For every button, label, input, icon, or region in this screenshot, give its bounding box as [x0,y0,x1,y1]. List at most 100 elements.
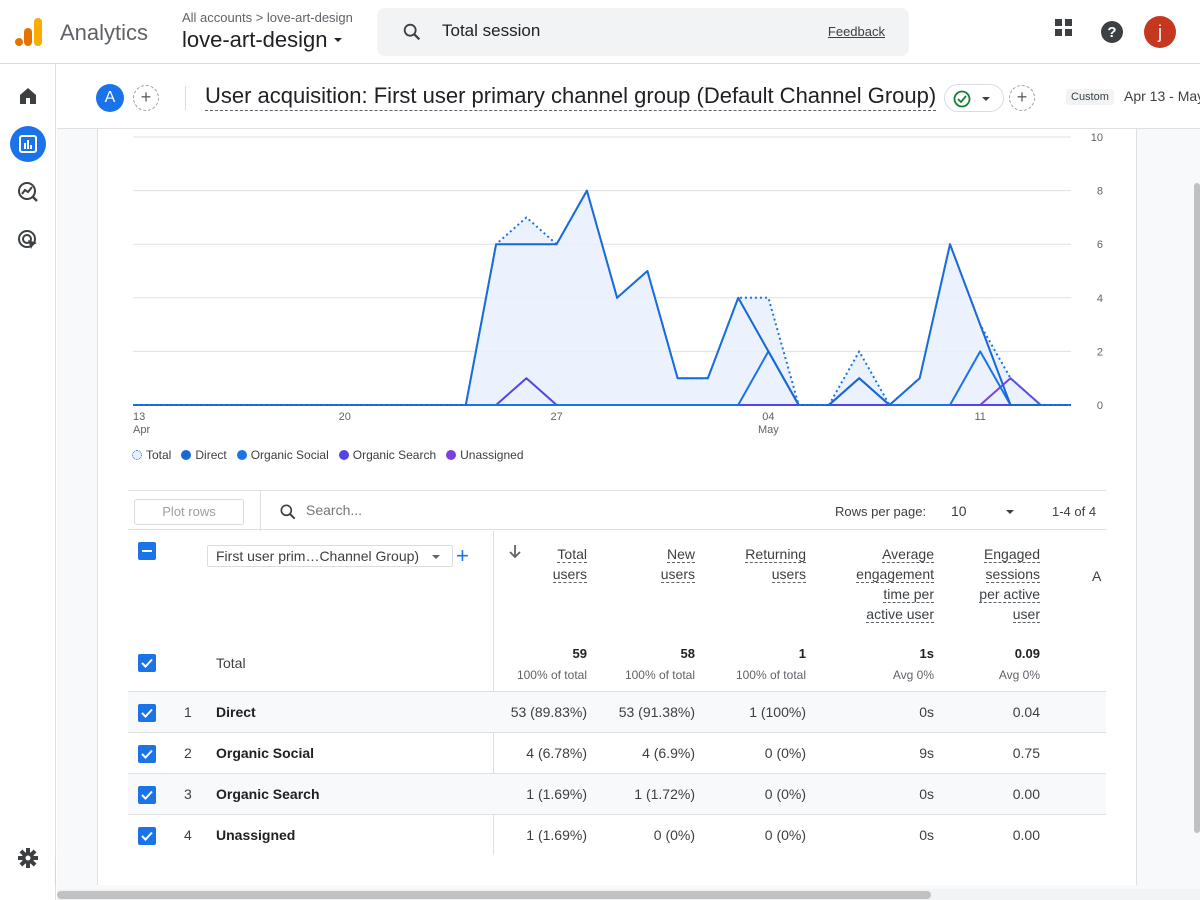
check-icon [141,790,153,800]
pagination-status: 1-4 of 4 [1052,504,1097,519]
caret-down-icon [1006,510,1014,514]
add-filter-button[interactable]: + [1009,85,1035,111]
row-value: 0.00 [1012,786,1040,802]
column-header-new-users[interactable]: New users [615,544,695,584]
legend-item-direct[interactable]: Direct [181,448,227,462]
row-value: 0s [919,786,934,802]
y-tick-label: 6 [1097,239,1103,251]
legend-swatch [338,450,349,460]
total-subtext: 100% of total [624,668,695,682]
legend-item-organic-search[interactable]: Organic Search [338,448,437,462]
total-row-checkbox[interactable] [138,654,156,672]
help-icon[interactable]: ? [1100,20,1124,44]
horizontal-scrollbar[interactable] [57,889,1200,900]
nav-reports[interactable] [10,126,46,162]
comparison-badge[interactable]: A [96,84,124,112]
date-range-picker[interactable]: Apr 13 - May [1124,88,1200,104]
row-dimension-value: Organic Search [216,786,320,802]
nav-advertising[interactable] [10,222,46,258]
check-icon [141,708,153,718]
nav-admin[interactable] [10,840,46,876]
legend-item-organic-social[interactable]: Organic Social [236,448,329,462]
vertical-scrollbar-thumb[interactable] [1194,183,1200,833]
row-value: 1 (1.69%) [526,786,587,802]
horizontal-scrollbar-thumb[interactable] [57,891,931,899]
x-tick-label: 20 [339,411,351,423]
x-tick-label: 13 [133,411,145,423]
row-number: 2 [184,745,192,761]
row-value: 4 (6.9%) [642,745,695,761]
search-input[interactable]: Total session [442,21,540,41]
row-value: 0 (0%) [653,827,695,843]
nav-explore[interactable] [10,174,46,210]
row-number: 4 [184,827,192,843]
report-status-button[interactable] [944,84,1004,112]
table-row[interactable]: 1 Direct 53 (89.83%) 53 (91.38%) 1 (100%… [128,691,1106,732]
x-tick-label: 04 [762,411,774,423]
row-checkbox[interactable] [138,827,156,845]
left-nav [0,64,56,900]
column-header-avg-engagement-time[interactable]: Average engagement time per active user [834,544,934,624]
add-comparison-button[interactable]: + [133,85,159,111]
legend-swatch [446,450,457,460]
avatar[interactable]: j [1144,16,1176,48]
analytics-logo-icon[interactable] [14,16,44,48]
column-header-line: Average [882,546,934,563]
column-header-truncated[interactable]: A [1092,566,1106,586]
table-row[interactable]: 4 Unassigned 1 (1.69%) 0 (0%) 0 (0%) 0s … [128,814,1106,855]
plot-rows-button[interactable]: Plot rows [134,499,244,525]
total-row-label: Total [216,655,246,671]
rows-per-page-value: 10 [951,503,967,519]
column-header-returning-users[interactable]: Returning users [716,544,806,584]
row-value: 0.75 [1012,745,1040,761]
column-header-line: users [660,566,695,583]
column-header-engaged-sessions[interactable]: Engaged sessions per active user [950,544,1040,624]
add-dimension-button[interactable]: + [456,543,469,569]
row-value: 0.04 [1012,704,1040,720]
legend-label: Direct [195,448,227,462]
table-toolbar: Plot rows Rows per page: 10 1-4 of 4 [128,490,1106,531]
page-title[interactable]: User acquisition: First user primary cha… [205,82,937,111]
column-header-line: users [771,566,806,583]
feedback-link[interactable]: Feedback [828,24,885,39]
divider [260,491,261,531]
rows-per-page-label: Rows per page: [835,504,927,519]
row-value: 0 (0%) [764,786,806,802]
row-checkbox[interactable] [138,745,156,763]
column-header-line: Total [557,546,587,563]
row-dimension-value: Organic Social [216,745,315,761]
row-checkbox[interactable] [138,786,156,804]
row-number: 1 [184,704,192,720]
row-dimension-value: Direct [216,704,256,720]
row-value: 1 (1.72%) [634,786,695,802]
total-value: 59 [572,646,587,661]
explore-icon [18,182,38,202]
legend-item-unassigned[interactable]: Unassigned [446,448,524,462]
row-number: 3 [184,786,192,802]
check-icon [141,658,153,668]
account-name: love-art-design [182,27,328,52]
total-value: 1 [798,646,806,661]
table-row[interactable]: 2 Organic Social 4 (6.78%) 4 (6.9%) 0 (0… [128,732,1106,773]
column-header-total-users[interactable]: Total users [507,544,587,584]
table-row[interactable]: 3 Organic Search 1 (1.69%) 1 (1.72%) 0 (… [128,773,1106,814]
bar-chart-icon [19,135,37,153]
account-selector[interactable]: love-art-design [182,27,344,53]
table-search-input[interactable] [306,502,606,518]
nav-home[interactable] [10,78,46,114]
dimension-selector[interactable]: First user prim…Channel Group) [207,545,453,567]
legend-label: Organic Search [352,448,437,462]
row-value: 1 (100%) [749,704,806,720]
breadcrumb[interactable]: All accounts > love-art-design [182,10,353,25]
select-all-checkbox[interactable] [138,542,156,560]
x-tick-label: 27 [550,411,562,423]
legend-item-total[interactable]: Total [132,448,171,462]
search-bar[interactable]: Total session Feedback [377,8,909,56]
row-checkbox[interactable] [138,704,156,722]
y-tick-label: 0 [1097,400,1103,412]
rows-per-page-select[interactable]: 10 [951,503,1015,519]
total-value: 58 [680,646,695,661]
apps-grid-icon[interactable] [1054,18,1074,38]
check-icon [141,749,153,759]
total-subtext: 100% of total [735,668,806,682]
